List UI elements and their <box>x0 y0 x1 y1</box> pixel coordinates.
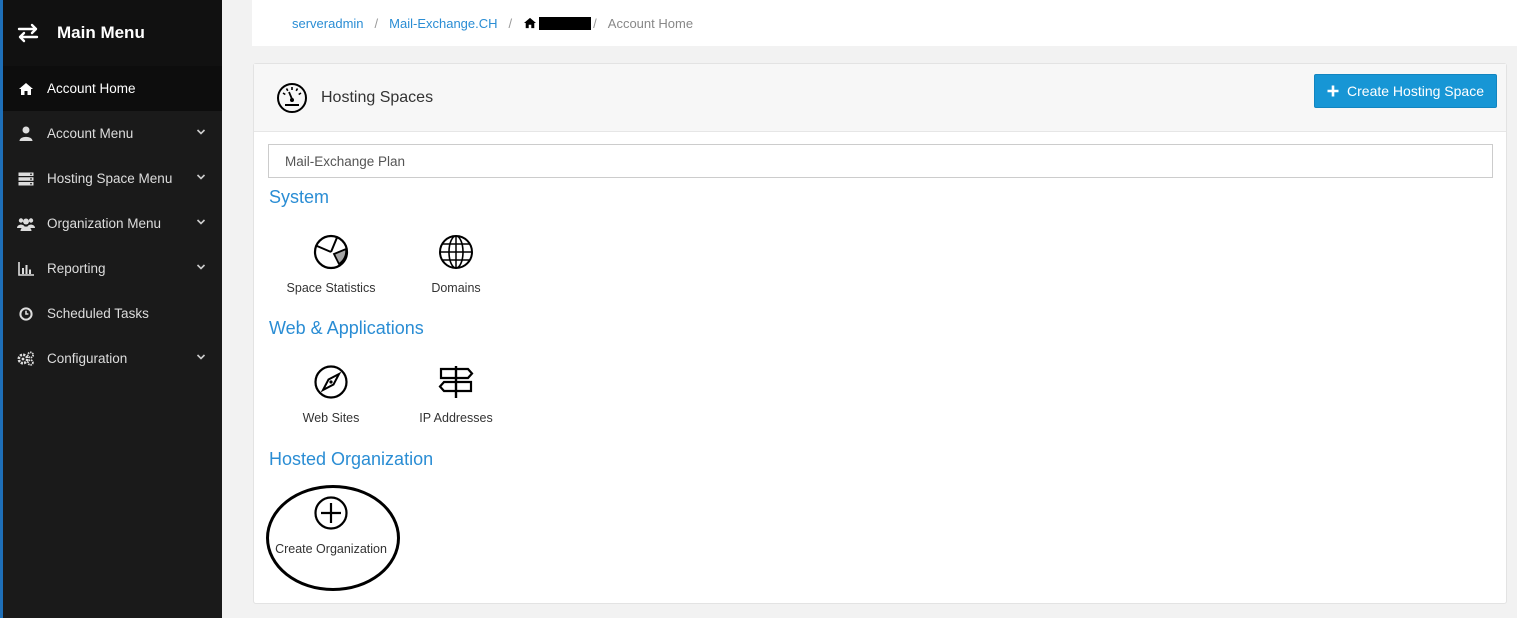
cogs-icon <box>17 351 35 367</box>
tile-ip-addresses[interactable]: IP Addresses <box>393 364 519 425</box>
breadcrumb-link-mail-exchange[interactable]: Mail-Exchange.CH <box>389 16 497 31</box>
redacted-block <box>539 16 592 30</box>
sidebar-item-label: Hosting Space Menu <box>47 171 173 186</box>
tile-label: Web Sites <box>302 411 360 425</box>
signpost-icon <box>438 366 474 398</box>
sidebar-item-configuration[interactable]: Configuration <box>3 336 222 381</box>
sidebar: Main Menu Account Home Account Menu Host… <box>0 0 222 618</box>
sidebar-item-label: Organization Menu <box>47 216 162 231</box>
menu-toggle-icon[interactable] <box>17 21 41 45</box>
clock-icon <box>17 306 35 322</box>
sidebar-item-account-home[interactable]: Account Home <box>3 66 222 111</box>
sidebar-item-label: Account Menu <box>47 126 134 141</box>
tile-space-statistics[interactable]: Space Statistics <box>268 234 394 295</box>
pie-chart-icon <box>313 234 349 270</box>
users-icon <box>17 216 35 232</box>
section-title-web-applications: Web & Applications <box>269 318 424 338</box>
compass-icon <box>314 365 348 399</box>
sidebar-item-scheduled-tasks[interactable]: Scheduled Tasks <box>3 291 222 336</box>
hosting-spaces-panel: Hosting Spaces Create Hosting Space Mail… <box>253 63 1507 604</box>
chevron-down-icon <box>196 174 206 180</box>
bar-chart-icon <box>17 261 35 277</box>
server-icon <box>17 171 35 187</box>
home-icon[interactable] <box>523 17 537 29</box>
sidebar-item-reporting[interactable]: Reporting <box>3 246 222 291</box>
chevron-down-icon <box>196 264 206 270</box>
tile-label: IP Addresses <box>419 411 493 425</box>
tile-web-sites[interactable]: Web Sites <box>268 364 394 425</box>
create-hosting-space-button[interactable]: Create Hosting Space <box>1314 74 1497 108</box>
section-title-system: System <box>269 187 330 207</box>
tile-label: Create Organization <box>275 542 387 556</box>
chevron-down-icon <box>196 354 206 360</box>
globe-icon <box>439 235 473 269</box>
plus-circle-icon <box>314 496 348 530</box>
breadcrumb-current: Account Home <box>607 15 694 31</box>
sidebar-item-hosting-space-menu[interactable]: Hosting Space Menu <box>3 156 222 201</box>
dashboard-icon <box>277 82 307 113</box>
section-title-hosted-organization: Hosted Organization <box>269 449 434 469</box>
user-icon <box>17 126 35 142</box>
chevron-down-icon <box>196 129 206 135</box>
breadcrumb-separator: / <box>374 15 379 31</box>
breadcrumb-separator: / <box>593 15 597 31</box>
sidebar-header: Main Menu <box>3 0 222 66</box>
sidebar-item-organization-menu[interactable]: Organization Menu <box>3 201 222 246</box>
sidebar-item-label: Configuration <box>47 351 128 366</box>
sidebar-item-label: Reporting <box>47 261 106 276</box>
sidebar-item-label: Account Home <box>47 81 136 96</box>
tile-create-organization[interactable]: Create Organization <box>268 495 394 556</box>
sidebar-item-account-menu[interactable]: Account Menu <box>3 111 222 156</box>
breadcrumb-link-serveradmin[interactable]: serveradmin <box>292 16 364 31</box>
sidebar-title: Main Menu <box>57 23 145 42</box>
panel-header: Hosting Spaces Create Hosting Space <box>254 64 1506 132</box>
home-icon <box>17 81 35 97</box>
plus-icon <box>1327 85 1339 97</box>
breadcrumb: serveradmin / Mail-Exchange.CH / / Accou… <box>252 0 1517 46</box>
tile-label: Domains <box>431 281 481 295</box>
chevron-down-icon <box>196 219 206 225</box>
hosting-plan-selector[interactable]: Mail-Exchange Plan <box>268 144 1493 178</box>
sidebar-item-label: Scheduled Tasks <box>47 306 149 321</box>
create-hosting-space-label: Create Hosting Space <box>1347 83 1484 99</box>
tile-label: Space Statistics <box>286 281 376 295</box>
tile-domains[interactable]: Domains <box>393 234 519 295</box>
panel-title: Hosting Spaces <box>321 88 434 106</box>
breadcrumb-separator: / <box>508 15 513 31</box>
